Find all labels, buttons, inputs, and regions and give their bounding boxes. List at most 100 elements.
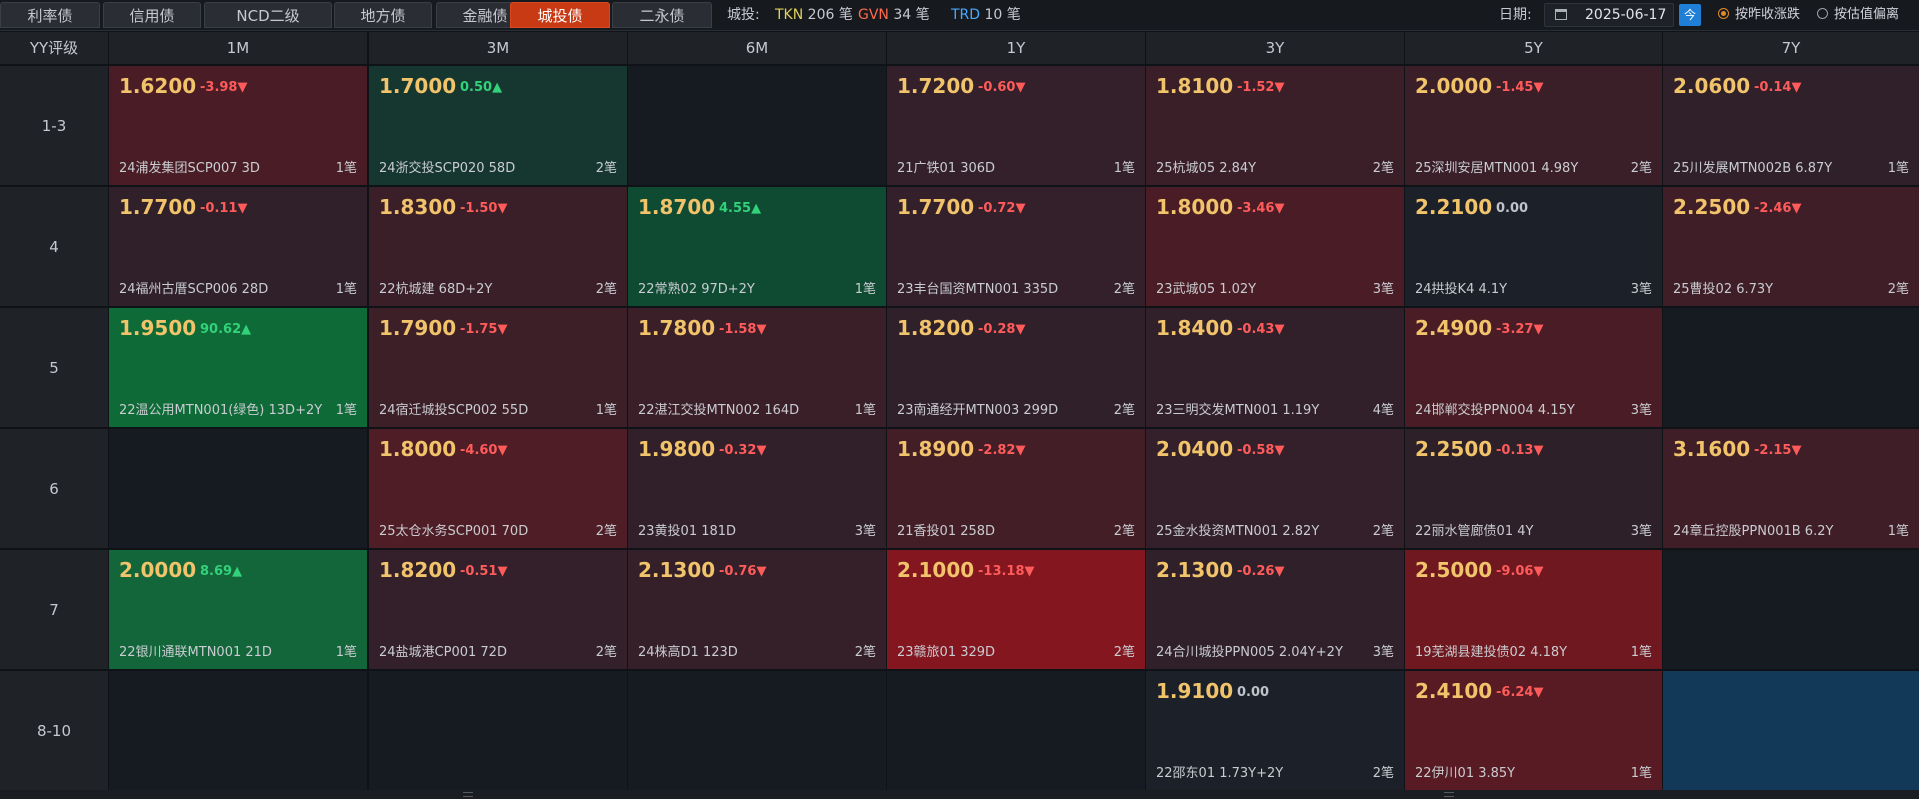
- quote-cell[interactable]: 2.0000 8.69▲ 22银川通联MTN001 21D 1笔: [109, 550, 367, 669]
- column-header[interactable]: 6M: [628, 32, 886, 64]
- quote-cell[interactable]: 3.1600 -2.15▼ 24章丘控股PPN001B 6.2Y 1笔: [1663, 429, 1919, 548]
- quote-cell[interactable]: 1.7200 -0.60▼ 21广铁01 306D 1笔: [887, 66, 1145, 185]
- quote-cell[interactable]: 1.8200 -0.51▼ 24盐城港CP001 72D 2笔: [369, 550, 627, 669]
- trade-count: 2笔: [1113, 645, 1135, 660]
- stat-tkn-label: TKN: [775, 7, 804, 23]
- stat-trd: TRD 10 笔: [951, 0, 1021, 30]
- yield-price: 2.0400: [1156, 437, 1234, 461]
- radio-by-valuation[interactable]: 按估值偏离: [1817, 0, 1899, 30]
- trade-count: 3笔: [1372, 282, 1394, 297]
- column-header[interactable]: 1Y: [887, 32, 1145, 64]
- bond-name: 23黄投01 181D: [638, 524, 737, 539]
- quote-cell[interactable]: 2.4100 -6.24▼ 22伊川01 3.85Y 1笔: [1405, 671, 1662, 790]
- empty-cell: [109, 429, 367, 548]
- bond-name: 22丽水管廊债01 4Y: [1415, 524, 1534, 539]
- quote-cell[interactable]: 2.1000 -13.18▼ 23赣旅01 329D 2笔: [887, 550, 1145, 669]
- quote-cell[interactable]: 1.8300 -1.50▼ 22杭城建 68D+2Y 2笔: [369, 187, 627, 306]
- quote-cell[interactable]: 2.0000 -1.45▼ 25深圳安居MTN001 4.98Y 2笔: [1405, 66, 1662, 185]
- quote-cell[interactable]: 2.0400 -0.58▼ 25金水投资MTN001 2.82Y 2笔: [1146, 429, 1404, 548]
- quote-cell[interactable]: 2.5000 -9.06▼ 19芜湖县建投债02 4.18Y 1笔: [1405, 550, 1662, 669]
- empty-cell: [369, 671, 627, 790]
- trade-count: 1笔: [595, 403, 617, 418]
- quote-cell[interactable]: 2.0600 -0.14▼ 25川发展MTN002B 6.87Y 1笔: [1663, 66, 1919, 185]
- quote-cell[interactable]: 1.7900 -1.75▼ 24宿迁城投SCP002 55D 1笔: [369, 308, 627, 427]
- column-header[interactable]: 1M: [109, 32, 367, 64]
- row-header: 7: [0, 550, 108, 669]
- quote-cell[interactable]: 1.6200 -3.98▼ 24浦发集团SCP007 3D 1笔: [109, 66, 367, 185]
- yield-price: 2.0000: [1415, 74, 1493, 98]
- quote-cell[interactable]: 1.8900 -2.82▼ 21香投01 258D 2笔: [887, 429, 1145, 548]
- quote-cell[interactable]: 2.1300 -0.26▼ 24合川城投PPN005 2.04Y+2Y 3笔: [1146, 550, 1404, 669]
- column-header[interactable]: 3M: [369, 32, 627, 64]
- bond-name: 25太仓水务SCP001 70D: [379, 524, 529, 539]
- trade-count: 2笔: [595, 524, 617, 539]
- radio-label: 按估值偏离: [1834, 7, 1900, 22]
- bond-name: 22湛江交投MTN002 164D: [638, 403, 800, 418]
- stat-gvn-label: GVN: [858, 7, 889, 23]
- change-bp: -2.15▼: [1754, 443, 1802, 458]
- quote-cell[interactable]: 1.8400 -0.43▼ 23三明交发MTN001 1.19Y 4笔: [1146, 308, 1404, 427]
- row-header: 8-10: [0, 671, 108, 790]
- tab-2[interactable]: NCD二级: [204, 2, 332, 28]
- quote-cell[interactable]: 1.7700 -0.11▼ 24福州古厝SCP006 28D 1笔: [109, 187, 367, 306]
- tab-3[interactable]: 地方债: [334, 2, 432, 28]
- quote-cell[interactable]: 1.9500 90.62▲ 22温公用MTN001(绿色) 13D+2Y 1笔: [109, 308, 367, 427]
- bottom-splitter[interactable]: [0, 790, 1919, 799]
- tab-0[interactable]: 利率债: [0, 2, 100, 28]
- trade-count: 1笔: [854, 403, 876, 418]
- change-bp: -1.52▼: [1237, 80, 1285, 95]
- today-button[interactable]: 今: [1679, 4, 1701, 26]
- bond-name: 24浙交投SCP020 58D: [379, 161, 516, 176]
- yield-price: 1.8200: [897, 316, 975, 340]
- stat-tkn: TKN 206 笔: [775, 0, 853, 30]
- quote-cell[interactable]: 1.8000 -4.60▼ 25太仓水务SCP001 70D 2笔: [369, 429, 627, 548]
- column-header[interactable]: 5Y: [1405, 32, 1662, 64]
- trade-count: 2笔: [1113, 282, 1135, 297]
- trade-count: 1笔: [335, 161, 357, 176]
- trade-count: 3笔: [1630, 403, 1652, 418]
- yield-price: 1.7700: [897, 195, 975, 219]
- tab-5[interactable]: 城投债: [510, 2, 610, 28]
- bond-name: 23丰台国资MTN001 335D: [897, 282, 1059, 297]
- column-header[interactable]: 3Y: [1146, 32, 1404, 64]
- quote-cell[interactable]: 1.7700 -0.72▼ 23丰台国资MTN001 335D 2笔: [887, 187, 1145, 306]
- quote-cell[interactable]: 2.2500 -2.46▼ 25曹投02 6.73Y 2笔: [1663, 187, 1919, 306]
- change-bp: -13.18▼: [978, 564, 1035, 579]
- quote-cell[interactable]: 2.4900 -3.27▼ 24邯郸交投PPN004 4.15Y 3笔: [1405, 308, 1662, 427]
- yield-price: 1.7000: [379, 74, 457, 98]
- quote-cell[interactable]: [1663, 671, 1919, 790]
- column-header[interactable]: 7Y: [1663, 32, 1919, 64]
- stat-trd-label: TRD: [951, 7, 981, 23]
- quote-cell[interactable]: 1.9100 0.00 22邵东01 1.73Y+2Y 2笔: [1146, 671, 1404, 790]
- quote-cell[interactable]: 1.8100 -1.52▼ 25杭城05 2.84Y 2笔: [1146, 66, 1404, 185]
- quote-cell[interactable]: 2.2500 -0.13▼ 22丽水管廊债01 4Y 3笔: [1405, 429, 1662, 548]
- change-bp: -0.76▼: [719, 564, 767, 579]
- stats-prefix: 城投:: [727, 7, 760, 23]
- yield-price: 2.5000: [1415, 558, 1493, 582]
- quote-cell[interactable]: 2.1300 -0.76▼ 24株高D1 123D 2笔: [628, 550, 886, 669]
- change-bp: -1.58▼: [719, 322, 767, 337]
- change-bp: -3.27▼: [1496, 322, 1544, 337]
- quote-cell[interactable]: 1.7800 -1.58▼ 22湛江交投MTN002 164D 1笔: [628, 308, 886, 427]
- radio-unchecked-icon: [1817, 8, 1828, 19]
- change-bp: -0.13▼: [1496, 443, 1544, 458]
- splitter-grip-icon[interactable]: [1444, 792, 1454, 797]
- quote-cell[interactable]: 1.8000 -3.46▼ 23武城05 1.02Y 3笔: [1146, 187, 1404, 306]
- bond-name: 23南通经开MTN003 299D: [897, 403, 1059, 418]
- quote-cell[interactable]: 1.8700 4.55▲ 22常熟02 97D+2Y 1笔: [628, 187, 886, 306]
- radio-by-prev-close[interactable]: 按昨收涨跌: [1718, 0, 1800, 30]
- splitter-grip-icon[interactable]: [463, 792, 473, 797]
- stat-trd-count: 10 笔: [984, 7, 1021, 23]
- tab-1[interactable]: 信用债: [103, 2, 201, 28]
- change-bp: 90.62▲: [200, 322, 252, 337]
- tab-6[interactable]: 二永债: [612, 2, 712, 28]
- trade-count: 1笔: [335, 282, 357, 297]
- change-bp: 0.00: [1237, 685, 1270, 700]
- quote-cell[interactable]: 1.8200 -0.28▼ 23南通经开MTN003 299D 2笔: [887, 308, 1145, 427]
- trade-count: 3笔: [1630, 524, 1652, 539]
- quote-cell[interactable]: 2.2100 0.00 24拱投K4 4.1Y 3笔: [1405, 187, 1662, 306]
- quote-cell[interactable]: 1.9800 -0.32▼ 23黄投01 181D 3笔: [628, 429, 886, 548]
- yield-price: 3.1600: [1673, 437, 1751, 461]
- date-picker[interactable]: 2025-06-17: [1544, 3, 1674, 27]
- quote-cell[interactable]: 1.7000 0.50▲ 24浙交投SCP020 58D 2笔: [369, 66, 627, 185]
